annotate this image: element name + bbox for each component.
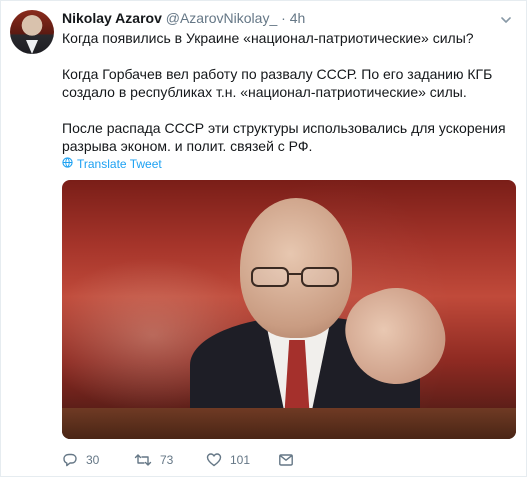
author-handle[interactable]: @AzarovNikolay_ [166, 10, 277, 26]
tweet-card[interactable]: Nikolay Azarov @AzarovNikolay_ · 4h Когд… [0, 0, 527, 477]
chevron-down-icon[interactable] [500, 12, 512, 24]
retweet-button[interactable]: 73 [134, 452, 206, 468]
tweet-actions: 30 73 101 [62, 451, 294, 469]
tweet-photo[interactable] [62, 180, 516, 439]
retweet-icon [134, 452, 152, 468]
author-avatar[interactable] [10, 10, 54, 54]
tweet-text: Когда появились в Украине «национал-патр… [62, 29, 512, 155]
direct-message-button[interactable] [278, 452, 294, 468]
avatar-shirt [26, 40, 38, 54]
tweet-paragraph: Когда появились в Украине «национал-патр… [62, 30, 474, 46]
tweet-header: Nikolay Azarov @AzarovNikolay_ · 4h [62, 9, 514, 27]
like-count: 101 [230, 453, 251, 467]
tweet-paragraph: После распада СССР эти структуры использ… [62, 120, 506, 154]
heart-icon [206, 452, 222, 468]
author-name[interactable]: Nikolay Azarov [62, 10, 162, 26]
retweet-count: 73 [160, 453, 174, 467]
reply-count: 30 [86, 453, 100, 467]
translate-tweet-link[interactable]: Translate Tweet [62, 157, 162, 171]
translate-label: Translate Tweet [77, 157, 162, 171]
globe-icon [62, 157, 73, 171]
tweet-paragraph: Когда Горбачев вел работу по развалу ССС… [62, 66, 493, 100]
reply-icon [62, 452, 78, 468]
photo-desk [62, 408, 516, 439]
like-button[interactable]: 101 [206, 452, 278, 468]
reply-button[interactable]: 30 [62, 452, 134, 468]
envelope-icon [278, 452, 294, 468]
header-separator: · [281, 10, 286, 26]
tweet-timestamp[interactable]: 4h [290, 10, 306, 26]
photo-glasses [251, 267, 339, 287]
